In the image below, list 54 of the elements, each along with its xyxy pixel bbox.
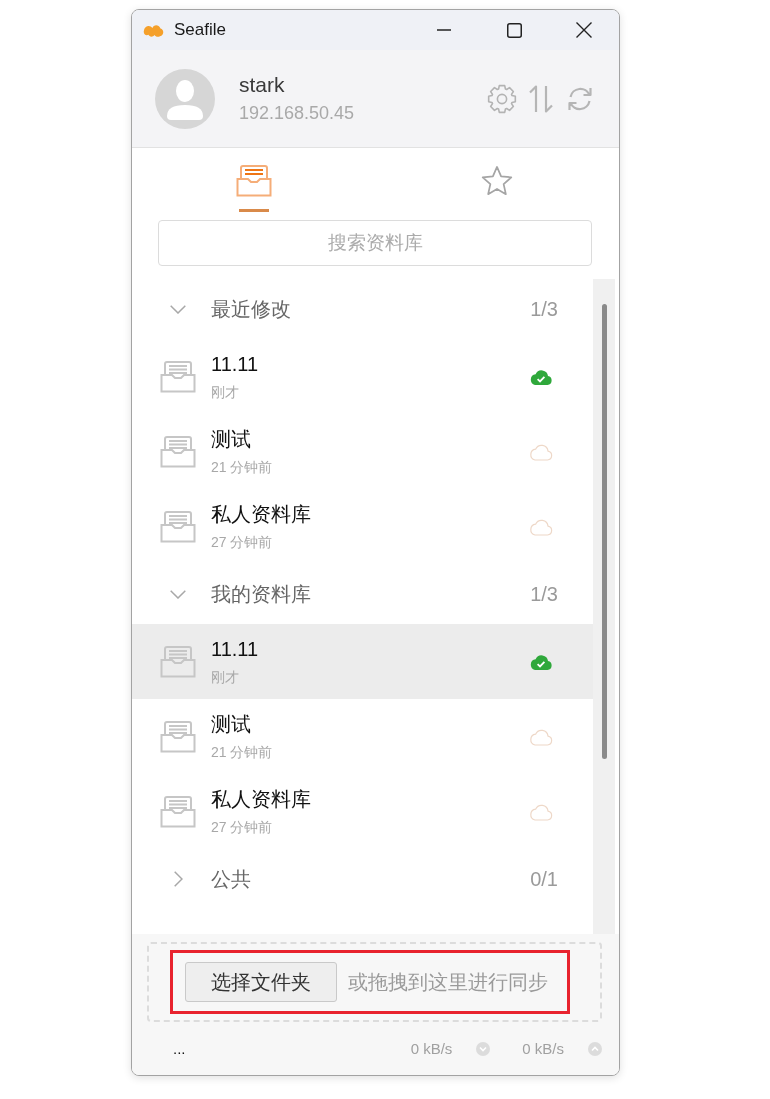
search-field[interactable]: 搜索资料库 bbox=[158, 220, 592, 266]
library-time: 刚才 bbox=[211, 668, 240, 687]
choose-folder-button[interactable]: 选择文件夹 bbox=[185, 962, 337, 1002]
group-count: 1/3 bbox=[530, 297, 559, 321]
group-header[interactable]: 最近修改 1/3 bbox=[132, 279, 593, 339]
library-time: 27 分钟前 bbox=[211, 533, 274, 552]
library-name: 私人资料库 bbox=[211, 787, 311, 812]
drop-hint: 或拖拽到这里进行同步 bbox=[348, 969, 548, 995]
library-row[interactable]: 11.11 刚才 bbox=[132, 339, 593, 414]
library-name: 测试 bbox=[211, 427, 252, 452]
tray-icon bbox=[160, 795, 196, 828]
library-name: 私人资料库 bbox=[211, 502, 311, 527]
group-title: 最近修改 bbox=[211, 296, 291, 322]
library-name: 11.11 bbox=[211, 352, 259, 377]
tray-icon bbox=[160, 360, 196, 393]
app-logo-icon bbox=[143, 22, 164, 38]
download-speed: 0 kB/s bbox=[410, 1040, 453, 1057]
tab[interactable] bbox=[235, 165, 272, 212]
group-title: 公共 bbox=[211, 866, 251, 892]
group-header[interactable]: 公共 0/1 bbox=[132, 849, 593, 909]
library-row[interactable]: 私人资料库 27 分钟前 bbox=[132, 489, 593, 564]
group-title: 我的资料库 bbox=[211, 581, 311, 607]
account-name: stark bbox=[239, 72, 286, 98]
minimize-icon bbox=[437, 29, 451, 31]
tray-icon bbox=[235, 165, 272, 197]
up-down-arrows-icon[interactable] bbox=[527, 83, 555, 114]
library-name: 测试 bbox=[211, 712, 252, 737]
library-time: 27 分钟前 bbox=[211, 818, 274, 837]
group-count: 0/1 bbox=[530, 867, 559, 891]
library-row[interactable]: 11.11 刚才 bbox=[132, 624, 593, 699]
maximize-icon bbox=[506, 22, 522, 38]
group-count: 1/3 bbox=[530, 582, 559, 606]
library-time: 21 分钟前 bbox=[211, 458, 273, 477]
avatar-icon bbox=[155, 68, 215, 129]
library-row[interactable]: 测试 21 分钟前 bbox=[132, 414, 593, 489]
tray-icon bbox=[160, 435, 196, 468]
chevron-down-circle-icon bbox=[476, 1041, 491, 1056]
window-title: Seafile bbox=[174, 20, 226, 40]
close-icon bbox=[576, 22, 592, 38]
scrollbar-thumb[interactable] bbox=[602, 304, 607, 759]
settings-icon[interactable] bbox=[487, 83, 517, 114]
chevron-up-circle-icon bbox=[588, 1041, 602, 1056]
status-text: ... bbox=[173, 1040, 186, 1057]
library-name: 11.11 bbox=[211, 637, 259, 662]
server-address: 192.168.50.45 bbox=[239, 102, 355, 125]
upload-speed: 0 kB/s bbox=[522, 1040, 564, 1057]
group-header[interactable]: 我的资料库 1/3 bbox=[132, 564, 593, 624]
library-row[interactable]: 私人资料库 27 分钟前 bbox=[132, 774, 593, 849]
tray-icon bbox=[160, 510, 196, 543]
library-time: 21 分钟前 bbox=[211, 743, 273, 762]
library-row[interactable]: 测试 21 分钟前 bbox=[132, 699, 593, 774]
tray-icon bbox=[160, 720, 196, 753]
tray-icon bbox=[160, 645, 196, 678]
library-time: 刚才 bbox=[211, 383, 240, 402]
